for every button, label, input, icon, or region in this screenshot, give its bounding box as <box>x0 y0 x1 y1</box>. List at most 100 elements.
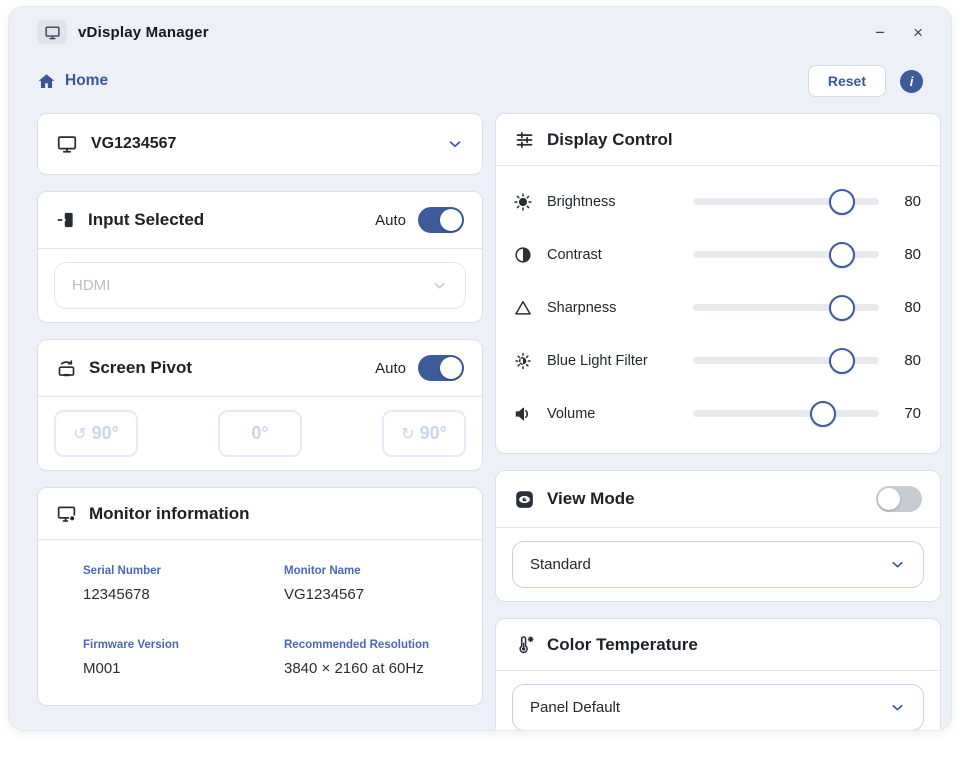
view-mode-card: View Mode Standard <box>495 470 941 602</box>
info-field-serial-number: Serial Number 12345678 <box>83 565 284 603</box>
brightness-row: Brightness 80 <box>496 175 940 228</box>
slider-label: Contrast <box>547 247 693 263</box>
slider-thumb[interactable] <box>810 401 836 427</box>
blue-light-filter-row: Blue Light Filter 80 <box>496 334 940 387</box>
app-monitor-icon <box>37 20 67 44</box>
home-link[interactable]: Home <box>37 72 108 91</box>
pivot-options: ↺ 90° 0° ↻ 90° <box>38 397 482 470</box>
slider-thumb[interactable] <box>829 189 855 215</box>
input-selected-title: Input Selected <box>88 210 204 230</box>
monitor-information-header: Monitor information <box>38 488 482 540</box>
color-temperature-select[interactable]: Panel Default <box>512 684 924 731</box>
window-controls: − × <box>875 24 923 41</box>
sharpness-icon <box>513 298 537 318</box>
home-icon <box>37 72 56 91</box>
color-temperature-value: Panel Default <box>530 699 620 716</box>
slider-label: Sharpness <box>547 300 693 316</box>
rotate-cw-icon: ↻ <box>401 424 414 444</box>
slider-value: 70 <box>879 405 924 422</box>
contrast-icon <box>513 245 537 265</box>
color-temperature-card: Color Temperature Panel Default <box>495 618 941 731</box>
screen-pivot-card: Screen Pivot Auto ↺ 90° 0° ↻ <box>37 339 483 471</box>
view-mode-icon <box>514 489 535 510</box>
input-source-value: HDMI <box>72 277 110 294</box>
title-bar: vDisplay Manager − × <box>9 7 951 44</box>
field-label: Monitor Name <box>284 565 464 577</box>
blue-light-filter-icon <box>513 351 537 371</box>
field-label: Serial Number <box>83 565 284 577</box>
pivot-0-button[interactable]: 0° <box>218 410 302 457</box>
monitor-info-icon <box>56 503 77 524</box>
pivot-cw-90-button[interactable]: ↻ 90° <box>382 410 466 457</box>
view-mode-body: Standard <box>496 528 940 601</box>
selected-device-name: VG1234567 <box>91 135 176 153</box>
field-value: M001 <box>83 660 284 677</box>
chevron-down-icon <box>889 699 906 716</box>
input-selected-header: Input Selected Auto <box>38 192 482 249</box>
color-temperature-icon <box>514 634 535 655</box>
slider-thumb[interactable] <box>829 295 855 321</box>
input-selected-body: HDMI <box>38 249 482 322</box>
color-temperature-header: Color Temperature <box>496 619 940 671</box>
right-column: Display Control Brightness 80 <box>495 113 941 731</box>
view-mode-select[interactable]: Standard <box>512 541 924 588</box>
input-auto-toggle[interactable] <box>418 207 464 233</box>
slider-value: 80 <box>879 246 924 263</box>
pivot-auto-toggle[interactable] <box>418 355 464 381</box>
view-mode-title: View Mode <box>547 489 635 509</box>
slider-value: 80 <box>879 299 924 316</box>
reset-button[interactable]: Reset <box>808 65 886 97</box>
field-label: Recommended Resolution <box>284 639 464 651</box>
info-icon[interactable]: i <box>900 70 923 93</box>
volume-slider[interactable] <box>693 401 879 427</box>
view-mode-toggle[interactable] <box>876 486 922 512</box>
input-source-icon <box>56 210 76 230</box>
info-field-firmware-version: Firmware Version M001 <box>83 639 284 677</box>
close-button[interactable]: × <box>913 24 923 41</box>
color-temperature-title: Color Temperature <box>547 635 698 655</box>
display-control-card: Display Control Brightness 80 <box>495 113 941 454</box>
slider-thumb[interactable] <box>829 242 855 268</box>
contrast-slider[interactable] <box>693 242 879 268</box>
chevron-down-icon <box>889 556 906 573</box>
screen-pivot-icon <box>56 358 77 379</box>
field-label: Firmware Version <box>83 639 284 651</box>
pivot-ccw-90-button[interactable]: ↺ 90° <box>54 410 138 457</box>
monitor-information-title: Monitor information <box>89 504 250 524</box>
device-selector[interactable]: VG1234567 <box>38 114 482 174</box>
screen-pivot-title: Screen Pivot <box>89 358 192 378</box>
window-title: vDisplay Manager <box>78 24 209 41</box>
monitor-information-card: Monitor information Serial Number 123456… <box>37 487 483 706</box>
display-control-header: Display Control <box>496 114 940 166</box>
home-label: Home <box>65 72 108 90</box>
info-field-monitor-name: Monitor Name VG1234567 <box>284 565 464 603</box>
slider-label: Brightness <box>547 194 693 210</box>
monitor-icon <box>56 133 78 155</box>
adjustments-icon <box>514 129 535 150</box>
slider-value: 80 <box>879 193 924 210</box>
slider-label: Blue Light Filter <box>547 353 693 369</box>
contrast-row: Contrast 80 <box>496 228 940 281</box>
monitor-information-body: Serial Number 12345678 Monitor Name VG12… <box>38 540 482 705</box>
blue-light-filter-slider[interactable] <box>693 348 879 374</box>
toolbar: Home Reset i <box>9 65 951 97</box>
chevron-down-icon <box>431 277 448 294</box>
rotate-ccw-icon: ↺ <box>73 424 86 444</box>
device-selector-card: VG1234567 <box>37 113 483 175</box>
chevron-down-icon <box>446 135 464 153</box>
display-control-body: Brightness 80 Contrast <box>496 166 940 453</box>
slider-label: Volume <box>547 406 693 422</box>
app-window: vDisplay Manager − × Home Reset i <box>8 6 952 731</box>
field-value: 3840 × 2160 at 60Hz <box>284 660 464 677</box>
brightness-slider[interactable] <box>693 189 879 215</box>
info-field-recommended-resolution: Recommended Resolution 3840 × 2160 at 60… <box>284 639 464 677</box>
input-source-select[interactable]: HDMI <box>54 262 466 309</box>
sharpness-slider[interactable] <box>693 295 879 321</box>
minimize-button[interactable]: − <box>875 24 885 41</box>
volume-icon <box>513 404 537 424</box>
color-temperature-body: Panel Default <box>496 671 940 731</box>
main-content: VG1234567 Input Selected Auto <box>9 113 951 731</box>
slider-thumb[interactable] <box>829 348 855 374</box>
input-selected-card: Input Selected Auto HDMI <box>37 191 483 323</box>
view-mode-value: Standard <box>530 556 591 573</box>
